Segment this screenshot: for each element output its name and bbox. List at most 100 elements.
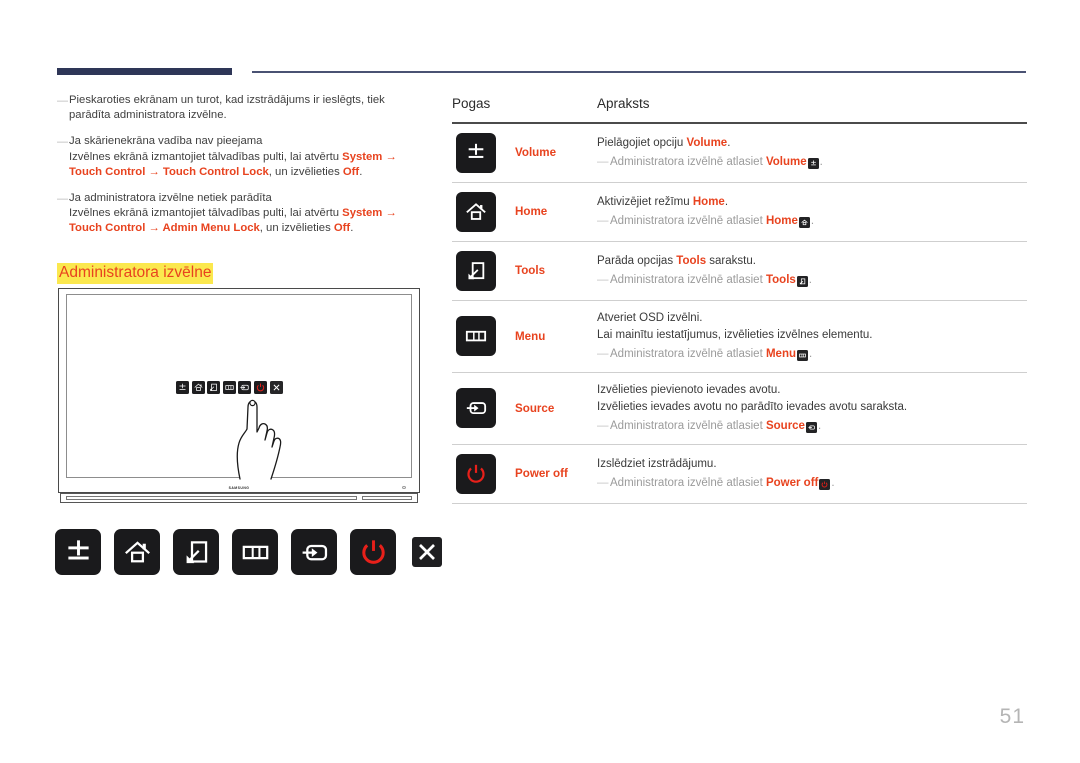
menu-icon (242, 545, 268, 559)
description-main: Atveriet OSD izvēlni. (597, 310, 1027, 327)
note-detail-end: . (350, 222, 354, 235)
section-title: Administratora izvēlne (57, 262, 214, 284)
home-icon (798, 216, 810, 228)
description-sub-post: . (817, 419, 822, 432)
power-icon (361, 539, 385, 564)
note-heading: Ja administratora izvēlne netiek parādīt… (69, 192, 272, 205)
close-button[interactable] (412, 537, 442, 567)
description-sub-post: . (808, 273, 812, 286)
buttons-description-table: Pogas Apraksts Volume Pielāgojiet opciju… (452, 96, 1027, 504)
description-sub-post: . (819, 155, 823, 168)
volume-icon (468, 143, 484, 158)
description-main-post: . (724, 195, 729, 208)
home-button[interactable] (114, 529, 160, 575)
table-row: Volume Pielāgojiet opciju Volume. — Admin… (452, 124, 1027, 182)
description-sub-keyword: Home (765, 214, 798, 227)
description-main: Aktivizējiet režīmu Home. (597, 194, 1027, 211)
tools-icon (210, 383, 218, 391)
table-cell-icon (456, 453, 515, 494)
description-main-pre: Aktivizējiet režīmu (597, 195, 693, 208)
description-sub: — Administratora izvēlnē atlasiet Home. (597, 213, 1027, 230)
table-cell-description: Izslēdziet izstrādājumu. — Administratora… (597, 456, 1027, 492)
dash-bullet-icon: — (57, 95, 68, 107)
keyword-touch-control-lock: Touch Control Lock (162, 165, 269, 178)
admin-button-strip (55, 529, 442, 575)
table-cell-description: Aktivizējiet režīmu Home. — Administrator… (597, 194, 1027, 230)
power-off-button[interactable] (350, 529, 396, 575)
description-keyword: Volume (686, 136, 728, 149)
menu-button[interactable] (456, 316, 496, 357)
table-row: Menu Atveriet OSD izvēlni. Lai mainītu i… (452, 301, 1027, 372)
power-off-button[interactable] (456, 453, 496, 494)
keyword-admin-menu-lock: Admin Menu Lock (162, 222, 260, 235)
power-icon (819, 478, 831, 490)
osd-tools-button[interactable] (207, 381, 221, 394)
description-main-secondary: Izvēlieties ievades avotu no parādīto ie… (597, 400, 908, 413)
description-sub-pre: Administratora izvēlnē atlasiet (610, 347, 766, 360)
arrow-glyph-icon: → (145, 222, 163, 235)
note-detail-end: . (359, 165, 363, 178)
osd-close-button[interactable] (269, 381, 283, 394)
dash-bullet-icon: — (597, 155, 609, 168)
volume-icon (807, 157, 819, 169)
description-main-pre: Atveriet OSD izvēlni. (597, 311, 703, 324)
description-sub-pre: Administratora izvēlnē atlasiet (610, 214, 766, 227)
tools-icon (796, 275, 808, 287)
osd-source-button[interactable] (238, 381, 252, 394)
table-cell-description: Pielāgojiet opciju Volume. — Administrato… (597, 135, 1027, 171)
source-button[interactable] (291, 529, 337, 575)
description-sub-keyword: Tools (765, 273, 796, 286)
description-sub-post: . (809, 347, 813, 360)
power-icon (256, 383, 265, 392)
description-main-secondary: Lai mainītu iestatījumus, izvēlieties iz… (597, 328, 873, 341)
dash-bullet-icon: — (597, 214, 609, 227)
volume-button[interactable] (55, 529, 101, 575)
monitor-base-right-panel (362, 496, 412, 501)
dash-bullet-icon: — (57, 136, 68, 149)
description-sub-keyword: Source (765, 419, 805, 432)
osd-home-button[interactable] (191, 381, 205, 394)
source-button[interactable] (456, 388, 496, 429)
note-heading: Ja skārienekrāna vadība nav pieejama (69, 135, 263, 148)
table-cell-icon (456, 250, 515, 291)
monitor-base (60, 493, 418, 503)
volume-icon (179, 383, 186, 390)
description-main-pre: Izslēdziet izstrādājumu. (597, 457, 717, 470)
tools-button[interactable] (173, 529, 219, 575)
description-sub: — Administratora izvēlnē atlasiet Source. (597, 418, 1027, 435)
osd-menu-button[interactable] (222, 381, 236, 394)
dash-bullet-icon: — (597, 347, 609, 360)
description-main-pre: Parāda opcijas (597, 254, 677, 267)
note-text: Pieskaroties ekrānam un turot, kad izstr… (69, 94, 385, 122)
description-keyword: Home (692, 195, 725, 208)
keyword-system: System (342, 150, 383, 163)
description-sub: — Administratora izvēlnē atlasiet Menu. (597, 346, 1027, 363)
description-sub-keyword: Power off (765, 476, 819, 489)
table-row: Home Aktivizējiet režīmu Home. — Administ… (452, 183, 1027, 241)
table-cell-icon (456, 388, 515, 429)
home-button[interactable] (456, 191, 496, 232)
table-header-description: Apraksts (597, 96, 650, 111)
table-cell-description: Atveriet OSD izvēlni. Lai mainītu iestat… (597, 310, 1027, 363)
description-main-post: . (727, 136, 731, 149)
home-icon (194, 383, 203, 391)
table-cell-icon (456, 316, 515, 357)
pointing-hand-illustration (236, 399, 282, 480)
menu-button[interactable] (232, 529, 278, 575)
description-keyword: Tools (676, 254, 707, 267)
table-cell-label: Volume (515, 146, 557, 160)
table-header-row: Pogas Apraksts (452, 96, 1027, 122)
dash-bullet-icon: — (597, 476, 609, 489)
description-main: Izslēdziet izstrādājumu. (597, 456, 1027, 473)
osd-volume-button[interactable] (176, 381, 189, 394)
volume-button[interactable] (456, 132, 496, 173)
arrow-glyph-icon: → (145, 165, 163, 178)
description-sub-post: . (810, 214, 815, 227)
table-row: Power off Izslēdziet izstrādājumu. — Admi… (452, 445, 1027, 503)
table-cell-description: Izvēlieties pievienoto ievades avotu. Iz… (597, 382, 1027, 435)
table-cell-label: Tools (515, 264, 546, 278)
description-main: Parāda opcijas Tools sarakstu. (597, 253, 1027, 270)
tools-button[interactable] (456, 250, 496, 291)
description-main: Izvēlieties pievienoto ievades avotu. (597, 382, 1027, 399)
osd-power-button[interactable] (253, 381, 267, 394)
